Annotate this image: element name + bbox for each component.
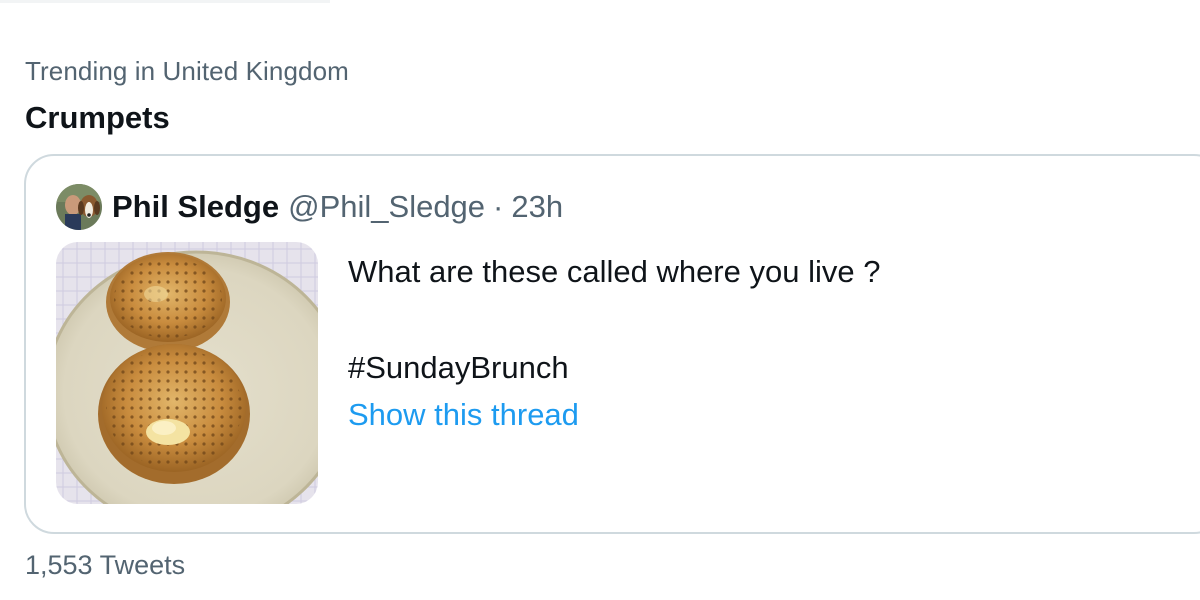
show-thread-link[interactable]: Show this thread (348, 397, 579, 433)
trend-context: Trending in United Kingdom (25, 56, 349, 86)
avatar-photo-icon (56, 184, 102, 230)
author-name[interactable]: Phil Sledge (112, 189, 279, 225)
tweet-timestamp[interactable]: 23h (511, 189, 563, 225)
separator-dot: · (493, 189, 504, 224)
hashtag-link[interactable]: #SundayBrunch (348, 344, 880, 392)
avatar[interactable] (56, 184, 102, 230)
tweet-author-row: Phil Sledge @Phil_Sledge · 23h (56, 183, 563, 231)
tweet-text: What are these called where you live ? #… (348, 248, 880, 392)
divider (0, 0, 330, 3)
tweet-media-image[interactable] (56, 242, 318, 504)
tweet-count: 1,553 Tweets (25, 550, 186, 580)
trend-title[interactable]: Crumpets (25, 100, 170, 136)
crumpets-photo-icon (56, 242, 318, 504)
author-handle[interactable]: @Phil_Sledge (288, 189, 485, 225)
tweet-text-line: What are these called where you live ? (348, 254, 881, 289)
trend-panel: Trending in United Kingdom Crumpets Phil… (0, 0, 1200, 600)
